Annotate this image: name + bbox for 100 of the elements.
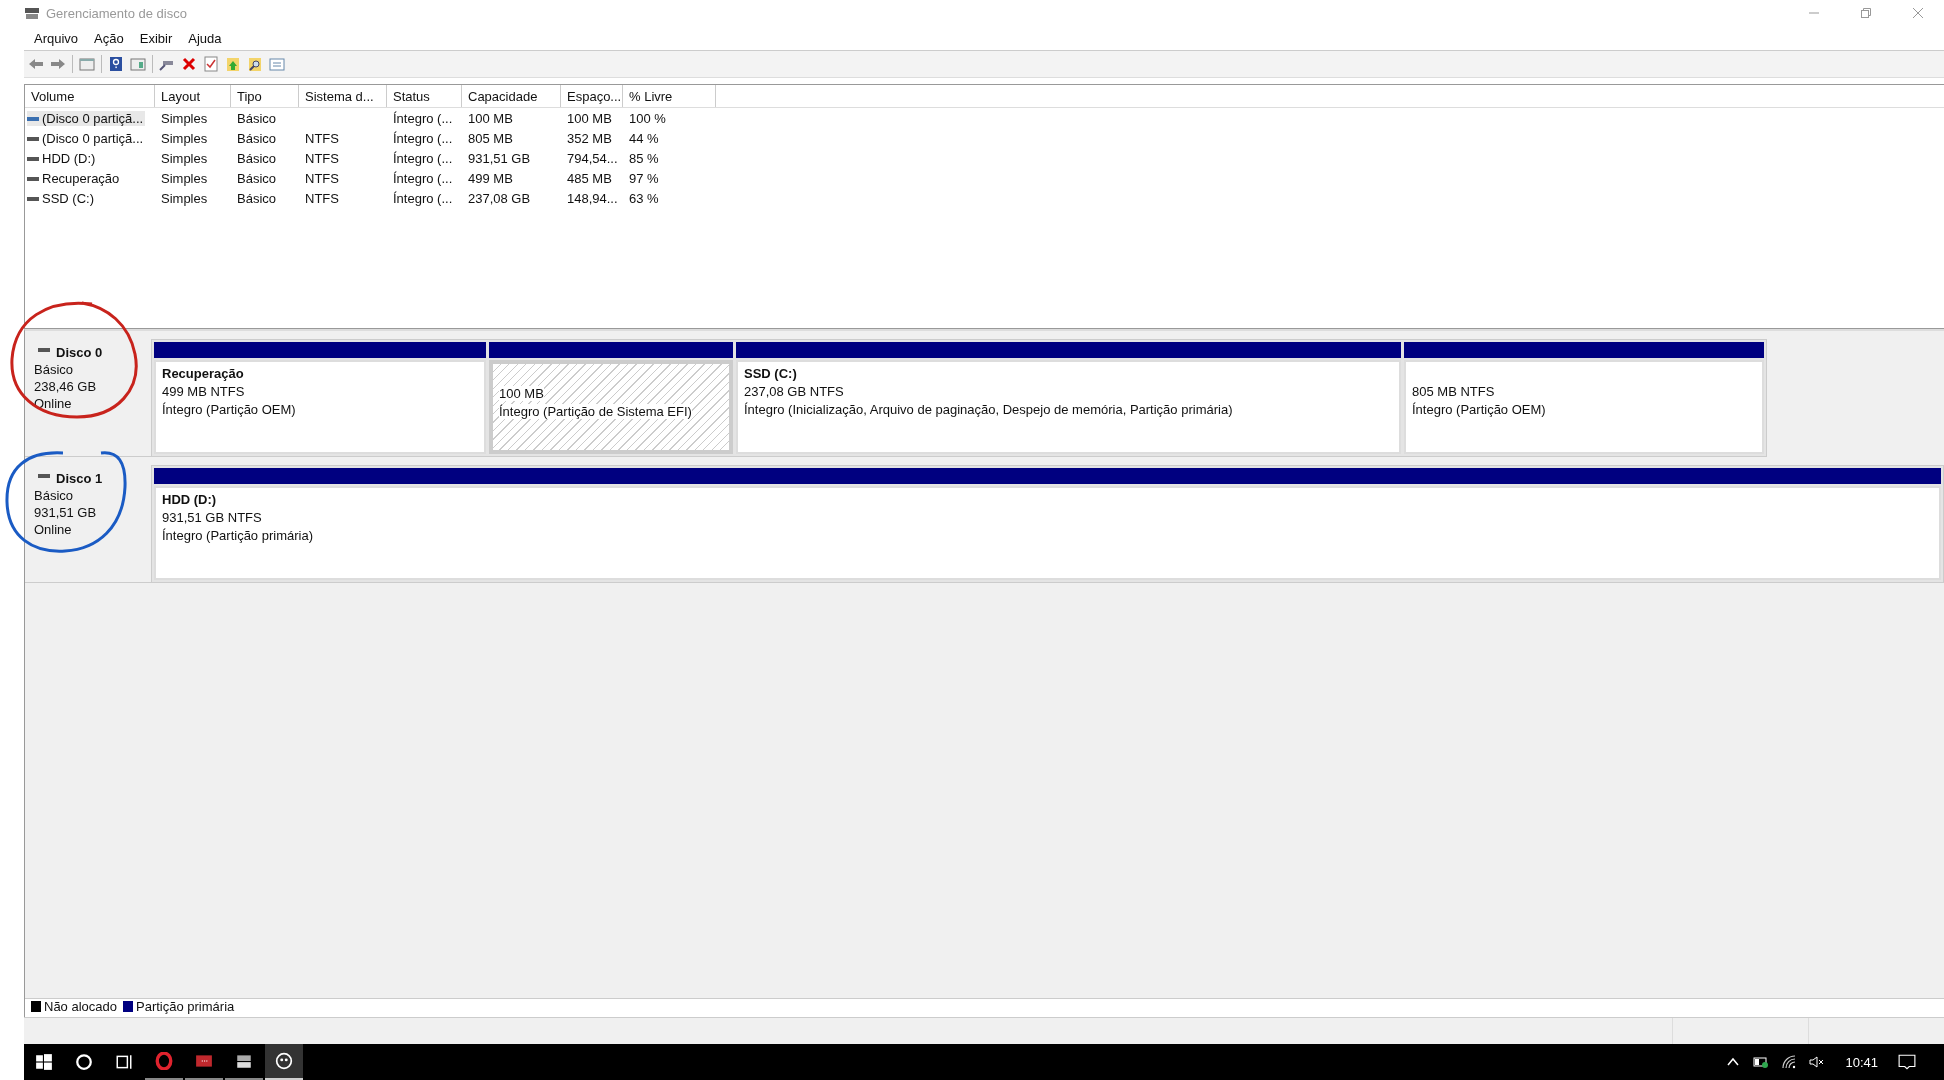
table-cell: 85 % — [629, 150, 659, 166]
table-cell: NTFS — [305, 190, 339, 206]
table-cell[interactable]: SSD (C:) — [27, 191, 96, 207]
partition-size: 805 MB NTFS — [1412, 384, 1496, 399]
partition-status: Íntegro (Partição OEM) — [162, 402, 297, 417]
table-cell: 485 MB — [567, 170, 612, 186]
table-cell: 499 MB — [468, 170, 513, 186]
disk-type: Básico — [34, 488, 75, 503]
delete-icon[interactable] — [181, 56, 197, 72]
table-cell: 97 % — [629, 170, 659, 186]
partition-size: 931,51 GB NTFS — [162, 510, 263, 525]
back-arrow-icon[interactable] — [28, 56, 44, 72]
partition-size: 237,08 GB NTFS — [744, 384, 845, 399]
table-cell: 794,54... — [567, 150, 618, 166]
column-header[interactable]: Capacidade — [462, 85, 561, 107]
windows-start-icon[interactable] — [35, 1053, 53, 1071]
column-header[interactable]: % Livre — [623, 85, 716, 107]
table-cell: 100 MB — [468, 110, 513, 126]
table-cell: Íntegro (... — [393, 190, 453, 206]
forward-arrow-icon[interactable] — [50, 56, 66, 72]
table-cell: 148,94... — [567, 190, 618, 206]
column-header[interactable]: Layout — [155, 85, 231, 107]
volume-name: HDD (D:) — [42, 151, 96, 167]
notification-icon[interactable] — [1898, 1053, 1916, 1071]
checklist-icon[interactable] — [203, 56, 219, 72]
table-cell: Básico — [237, 190, 277, 206]
partition-status: Íntegro (Partição primária) — [162, 528, 314, 543]
disk-name: Disco 1 — [56, 471, 103, 486]
table-cell[interactable]: HDD (D:) — [27, 151, 98, 167]
volume-icon — [27, 115, 39, 122]
folder-search-icon[interactable] — [247, 56, 263, 72]
clock-time[interactable]: 10:41 — [1845, 1054, 1878, 1070]
partition-status: Íntegro (Partição OEM) — [1412, 402, 1547, 417]
table-cell: 931,51 GB — [468, 150, 531, 166]
partition-name: SSD (C:) — [744, 366, 798, 381]
table-cell: Simples — [161, 170, 208, 186]
disk-state: Online — [34, 522, 73, 537]
muted-speaker-icon[interactable] — [1809, 1054, 1826, 1070]
help-icon[interactable] — [108, 56, 124, 72]
battery-icon[interactable] — [1753, 1054, 1770, 1070]
app-icon — [195, 1052, 213, 1070]
folder-up-icon[interactable] — [225, 56, 241, 72]
legend-label: Não alocado — [44, 999, 117, 1014]
table-cell[interactable]: Recuperação — [27, 171, 122, 187]
disk-name: Disco 0 — [56, 345, 103, 360]
table-cell: Simples — [161, 110, 208, 126]
table-cell: 352 MB — [567, 130, 612, 146]
wifi-icon[interactable] — [1781, 1054, 1798, 1070]
partition-status: Íntegro (Inicialização, Arquivo de paginação, Despejo de memória, Partição primária) — [744, 402, 1234, 417]
table-cell: Básico — [237, 110, 277, 126]
close-icon — [1913, 8, 1923, 18]
table-cell: Simples — [161, 150, 208, 166]
table-cell: Básico — [237, 170, 277, 186]
column-header[interactable]: Tipo — [231, 85, 299, 107]
disk-size: 931,51 GB — [34, 505, 98, 520]
volume-icon — [27, 155, 39, 162]
partition-name: Recuperação — [162, 366, 245, 381]
disk-type: Básico — [34, 362, 75, 377]
table-cell: Íntegro (... — [393, 150, 453, 166]
table-cell: 805 MB — [468, 130, 513, 146]
menu-item[interactable]: Ajuda — [188, 30, 222, 46]
column-header[interactable]: Volume — [25, 85, 155, 107]
column-header[interactable]: Status — [387, 85, 462, 107]
partition-size: 100 MB — [499, 386, 544, 401]
search-icon[interactable] — [75, 1053, 93, 1071]
table-cell: 63 % — [629, 190, 659, 206]
window-title: Gerenciamento de disco — [46, 5, 187, 21]
table-cell: NTFS — [305, 130, 339, 146]
partition-size: 499 MB NTFS — [162, 384, 246, 399]
task-view-icon[interactable] — [115, 1053, 133, 1071]
drive-icon — [235, 1052, 253, 1070]
table-cell: NTFS — [305, 170, 339, 186]
table-cell: Íntegro (... — [393, 130, 453, 146]
legend-label: Partição primária — [136, 999, 235, 1014]
table-cell: 100 % — [629, 110, 666, 126]
table-cell: 100 MB — [567, 110, 612, 126]
menu-item[interactable]: Exibir — [139, 30, 173, 46]
menu-item[interactable]: Arquivo — [34, 30, 79, 46]
restore-icon — [1861, 8, 1871, 18]
table-cell: Íntegro (... — [393, 170, 453, 186]
volume-name: Recuperação — [42, 171, 120, 187]
volume-icon — [27, 175, 39, 182]
partition-name: HDD (D:) — [162, 492, 218, 507]
table-cell: Íntegro (... — [393, 110, 453, 126]
table-cell: 237,08 GB — [468, 190, 531, 206]
ring-icon — [155, 1052, 173, 1070]
table-cell: Básico — [237, 150, 277, 166]
volume-icon — [27, 135, 39, 142]
menu-item[interactable]: Ação — [94, 30, 124, 46]
column-header[interactable]: Sistema d... — [299, 85, 387, 107]
table-cell: Básico — [237, 130, 277, 146]
taskbar-app[interactable] — [265, 1044, 303, 1080]
table-cell: Simples — [161, 190, 208, 206]
table-cell: Simples — [161, 130, 208, 146]
partition-status: Íntegro (Partição de Sistema EFI) — [499, 404, 692, 419]
column-header[interactable]: Espaço... — [561, 85, 623, 107]
table-cell: 44 % — [629, 130, 659, 146]
volume-name: SSD (C:) — [42, 191, 94, 207]
disk-management-icon — [24, 5, 40, 21]
disk-size: 238,46 GB — [34, 379, 98, 394]
